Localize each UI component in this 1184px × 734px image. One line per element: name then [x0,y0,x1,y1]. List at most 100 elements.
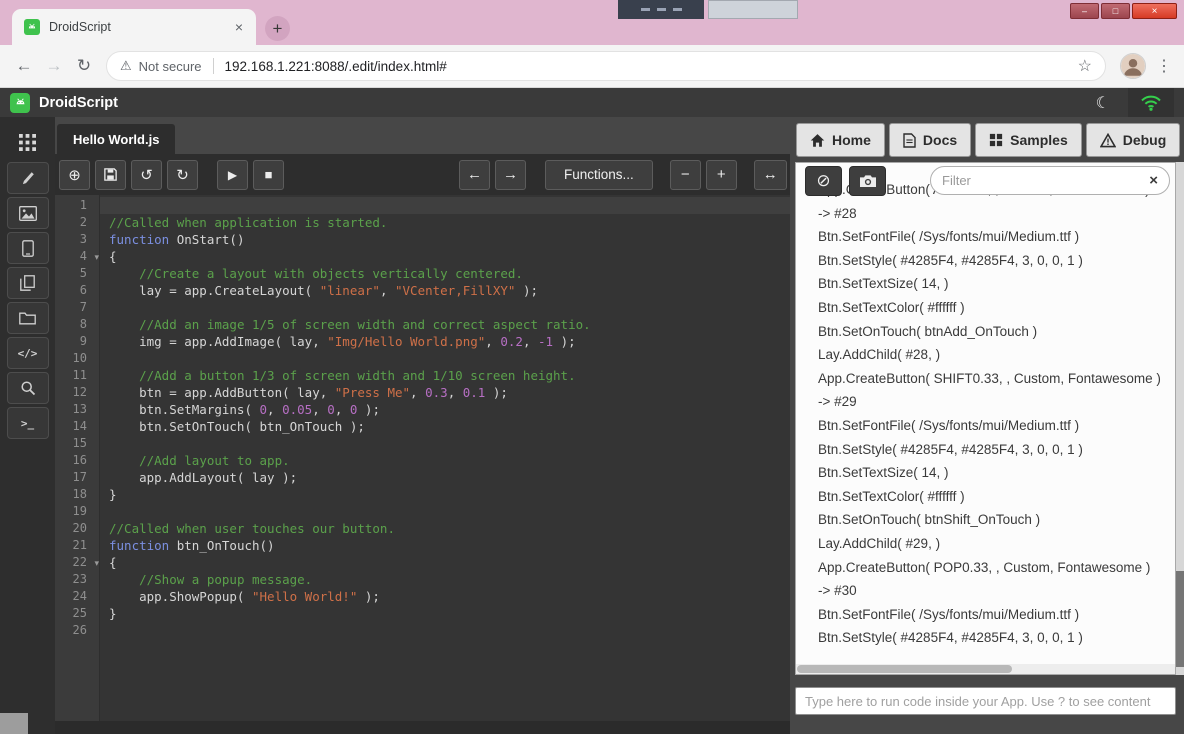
save-button[interactable] [95,160,126,190]
debug-log-line: Btn.SetTextSize( 14, ) [818,461,1175,485]
debug-log-line: App.CreateButton( POP0.33, , Custom, Fon… [818,556,1175,580]
code-line[interactable]: 17 app.AddLayout( lay ); [55,469,790,486]
code-line[interactable]: 26 [55,622,790,639]
code-line[interactable]: 22▾{ [55,554,790,571]
code-line[interactable]: 13 btn.SetMargins( 0, 0.05, 0, 0 ); [55,401,790,418]
add-target-button[interactable]: ⊕ [59,160,90,190]
code-line[interactable]: 11 //Add a button 1/3 of screen width an… [55,367,790,384]
stop-button[interactable]: ■ [253,160,284,190]
clear-log-button[interactable]: ⊘ [805,166,842,196]
console-horizontal-scrollbar[interactable] [796,664,1175,674]
home-icon [810,133,825,148]
fold-marker-icon[interactable]: ▾ [94,249,99,266]
browser-tab[interactable]: DroidScript × [12,9,256,45]
navigate-forward-button[interactable]: → [495,160,526,190]
editor-tab-hello-world[interactable]: Hello World.js [57,124,175,154]
tab-close-icon[interactable]: × [230,18,248,36]
code-line[interactable]: 10 [55,350,790,367]
filter-clear-icon[interactable]: × [1149,172,1158,189]
apps-grid-icon[interactable] [7,127,49,157]
console-horizontal-scrollbar-thumb[interactable] [797,665,1012,673]
back-icon[interactable]: ← [9,51,39,81]
code-line[interactable]: 5 //Create a layout with objects vertica… [55,265,790,282]
run-code-input[interactable] [795,687,1176,715]
console-tools: ⊘ [805,166,886,196]
debug-log-line: Btn.SetStyle( #4285F4, #4285F4, 3, 0, 0,… [818,249,1175,273]
code-editor[interactable]: 12//Called when application is started.3… [55,195,790,734]
code-line[interactable]: 21function btn_OnTouch() [55,537,790,554]
line-number: 4▾ [55,248,100,265]
navigate-back-button[interactable]: ← [459,160,490,190]
plugins-folder-icon[interactable] [7,302,49,334]
code-line[interactable]: 2//Called when application is started. [55,214,790,231]
code-line[interactable]: 12 btn = app.AddButton( lay, "Press Me",… [55,384,790,401]
code-line[interactable]: 8 //Add an image 1/5 of screen width and… [55,316,790,333]
undo-button[interactable]: ↺ [131,160,162,190]
word-wrap-button[interactable]: ↔ [754,160,787,190]
tab-samples[interactable]: Samples [975,123,1082,157]
code-line[interactable]: 3function OnStart() [55,231,790,248]
functions-dropdown[interactable]: Functions... [545,160,653,190]
new-tab-button[interactable]: + [265,16,290,41]
redo-button[interactable]: ↻ [167,160,198,190]
zoom-out-button[interactable]: − [670,160,701,190]
edit-pencil-icon[interactable] [7,162,49,194]
code-line[interactable]: 23 //Show a popup message. [55,571,790,588]
bookmark-star-icon[interactable]: ☆ [1078,56,1092,76]
zoom-in-button[interactable]: + [706,160,737,190]
tab-home[interactable]: Home [796,123,885,157]
screenshot-button[interactable] [849,166,886,196]
code-line[interactable]: 14 btn.SetOnTouch( btn_OnTouch ); [55,418,790,435]
forward-icon[interactable]: → [39,51,69,81]
line-number: 25 [55,605,100,622]
reload-icon[interactable]: ↻ [69,51,99,81]
debug-log-line: Btn.SetFontFile( /Sys/fonts/mui/Medium.t… [818,414,1175,438]
code-line[interactable]: 9 img = app.AddImage( lay, "Img/Hello Wo… [55,333,790,350]
code-line[interactable]: 15 [55,435,790,452]
address-bar[interactable]: ⚠ Not secure 192.168.1.221:8088/.edit/in… [106,51,1106,81]
wifi-button[interactable] [1128,88,1174,117]
dark-mode-icon[interactable]: ☾ [1096,93,1110,113]
tab-debug[interactable]: Debug [1086,123,1181,157]
images-icon[interactable] [7,197,49,229]
minimize-button[interactable]: – [1070,3,1099,19]
background-window-fragment [708,0,798,19]
code-line[interactable]: 24 app.ShowPopup( "Hello World!" ); [55,588,790,605]
console-vertical-scrollbar[interactable] [1176,162,1184,675]
debug-log-line: App.CreateButton( SHIFT0.33, , Custom, F… [818,367,1175,391]
fold-marker-icon[interactable]: ▾ [94,555,99,572]
search-icon[interactable] [7,372,49,404]
camera-icon [859,174,877,188]
line-number: 14 [55,418,100,435]
run-button[interactable]: ▶ [217,160,248,190]
line-number: 10 [55,350,100,367]
line-number: 15 [55,435,100,452]
debug-warning-icon [1100,133,1116,148]
code-line[interactable]: 6 lay = app.CreateLayout( "linear", "VCe… [55,282,790,299]
code-line[interactable]: 4▾{ [55,248,790,265]
tab-docs[interactable]: Docs [889,123,971,157]
code-icon[interactable]: </> [7,337,49,369]
app-header: DroidScript ☾ [0,88,1184,117]
maximize-button[interactable]: □ [1101,3,1130,19]
terminal-icon[interactable]: >_ [7,407,49,439]
close-button[interactable]: × [1132,3,1177,19]
browser-menu-icon[interactable]: ⋮ [1153,56,1175,76]
avatar[interactable] [1120,53,1146,79]
editor-horizontal-scrollbar[interactable] [55,721,790,734]
device-phone-icon[interactable] [7,232,49,264]
code-line[interactable]: 7 [55,299,790,316]
line-number: 21 [55,537,100,554]
code-line[interactable]: 25} [55,605,790,622]
pages-copy-icon[interactable] [7,267,49,299]
console-vertical-scrollbar-thumb[interactable] [1176,571,1184,667]
url-text[interactable]: 192.168.1.221:8088/.edit/index.html# [225,59,1078,74]
code-line[interactable]: 16 //Add layout to app. [55,452,790,469]
filter-input[interactable] [942,173,1149,188]
code-line[interactable]: 19 [55,503,790,520]
code-line[interactable]: 1 [55,197,790,214]
code-line[interactable]: 18} [55,486,790,503]
app-title: DroidScript [39,95,118,111]
code-line[interactable]: 20//Called when user touches our button. [55,520,790,537]
debug-log-line: Btn.SetFontFile( /Sys/fonts/mui/Medium.t… [818,603,1175,627]
